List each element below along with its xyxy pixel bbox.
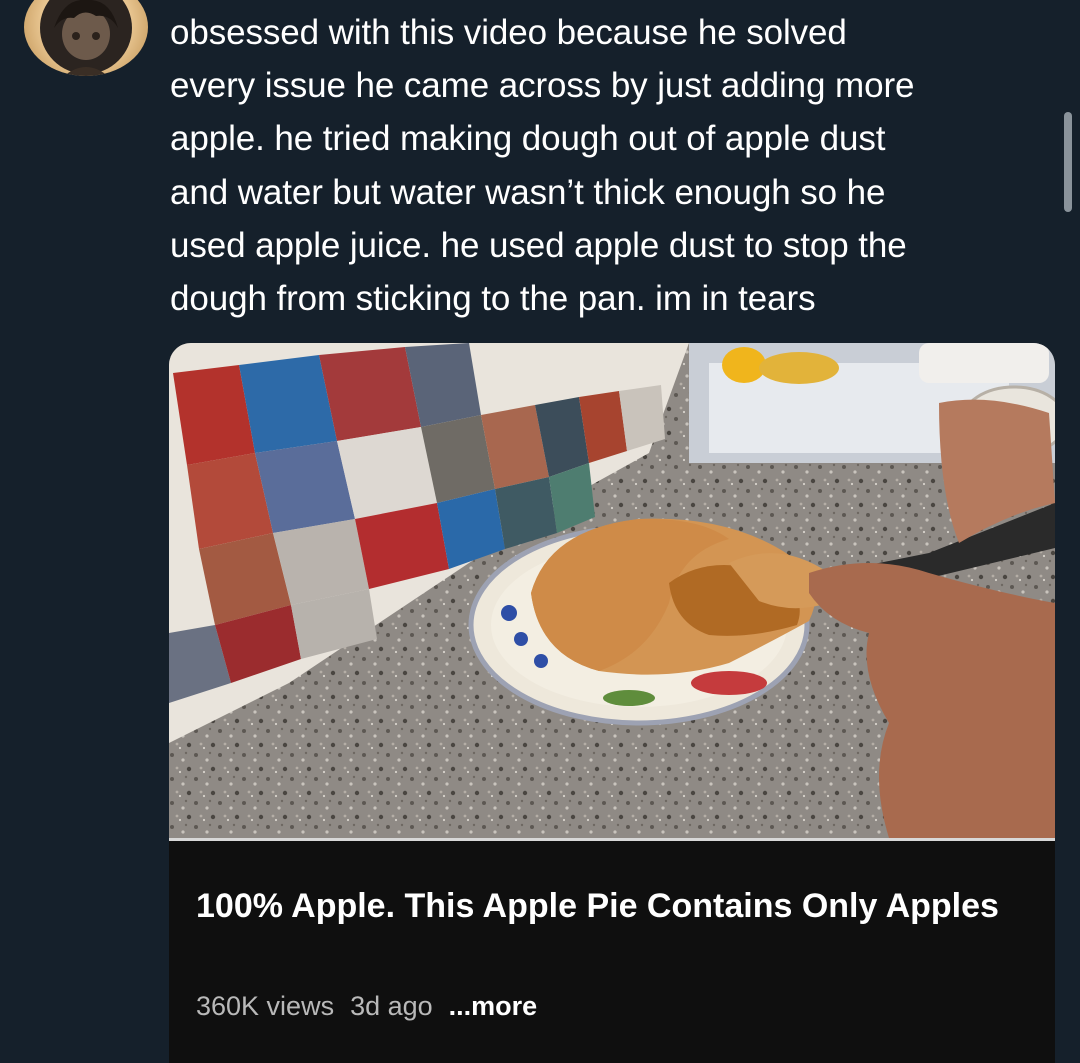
upload-age: 3d ago	[350, 991, 433, 1021]
video-title[interactable]: 100% Apple. This Apple Pie Contains Only…	[196, 885, 1016, 928]
avatar[interactable]	[24, 0, 148, 76]
more-button[interactable]: ...more	[449, 991, 538, 1022]
video-thumbnail[interactable]	[169, 343, 1055, 838]
video-card[interactable]: 100% Apple. This Apple Pie Contains Only…	[169, 343, 1055, 1063]
video-info: 100% Apple. This Apple Pie Contains Only…	[169, 841, 1055, 1063]
scrollbar[interactable]	[1064, 112, 1072, 212]
tweet-text: obsessed with this video because he solv…	[170, 13, 915, 319]
view-count: 360K views	[196, 991, 335, 1021]
video-meta: 360K views 3d ago ...more	[196, 991, 537, 1022]
